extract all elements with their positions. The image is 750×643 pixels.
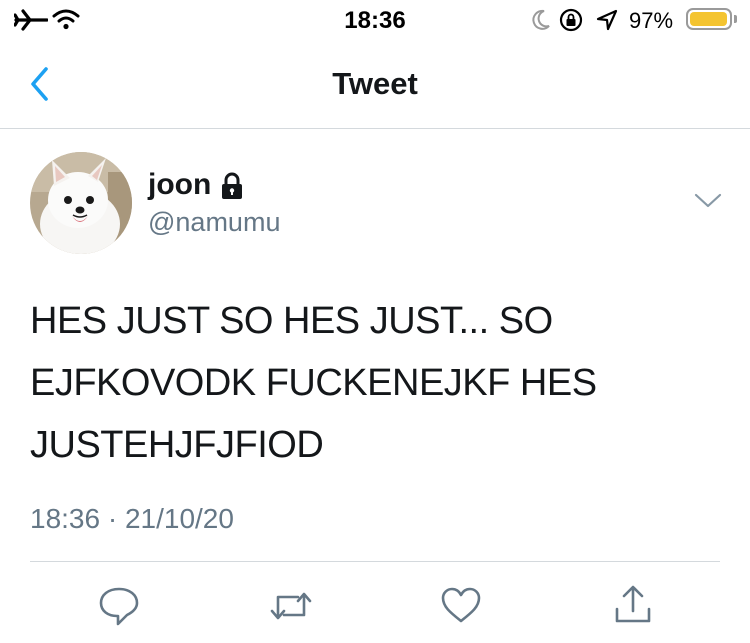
tweet-timestamp[interactable]: 18:36 · 21/10/20	[30, 503, 234, 535]
wifi-icon	[52, 9, 80, 30]
header-divider	[0, 128, 750, 129]
tweet-text-line: JUSTEHJFJFIOD	[30, 424, 324, 466]
lock-icon	[222, 172, 242, 199]
battery-percent: 97%	[629, 8, 674, 33]
avatar-image	[30, 152, 132, 254]
airplane-icon	[14, 9, 48, 31]
tweet-text-line: EJFKOVODK FUCKENEJKF HES	[30, 362, 597, 404]
tweet-text: HES JUST SO HES JUST... SO EJFKOVODK FUC…	[30, 290, 710, 476]
retweet-button[interactable]	[268, 583, 314, 629]
share-icon	[615, 585, 651, 623]
orientation-lock-icon	[559, 8, 583, 32]
status-bar: 18:36 97%	[0, 0, 750, 44]
battery-level-fill	[690, 12, 727, 26]
moon-icon	[532, 9, 550, 30]
reply-button[interactable]	[96, 583, 142, 629]
like-icon	[441, 587, 481, 623]
reply-icon	[99, 587, 139, 626]
like-button[interactable]	[438, 583, 484, 629]
share-button[interactable]	[610, 583, 656, 629]
author-name[interactable]: joon	[148, 168, 211, 202]
status-time: 18:36	[344, 7, 406, 34]
battery-nub	[734, 15, 737, 23]
avatar[interactable]	[30, 152, 132, 254]
battery-icon	[686, 8, 732, 30]
tweet-options-button[interactable]	[693, 189, 723, 211]
location-icon	[596, 9, 618, 31]
page-title: Tweet	[332, 66, 418, 101]
chevron-down-icon	[694, 193, 722, 208]
author-handle[interactable]: @namumu	[148, 207, 280, 238]
retweet-icon	[270, 592, 312, 620]
tweet-text-line: HES JUST SO HES JUST... SO	[30, 300, 553, 342]
actions-divider	[30, 561, 720, 562]
